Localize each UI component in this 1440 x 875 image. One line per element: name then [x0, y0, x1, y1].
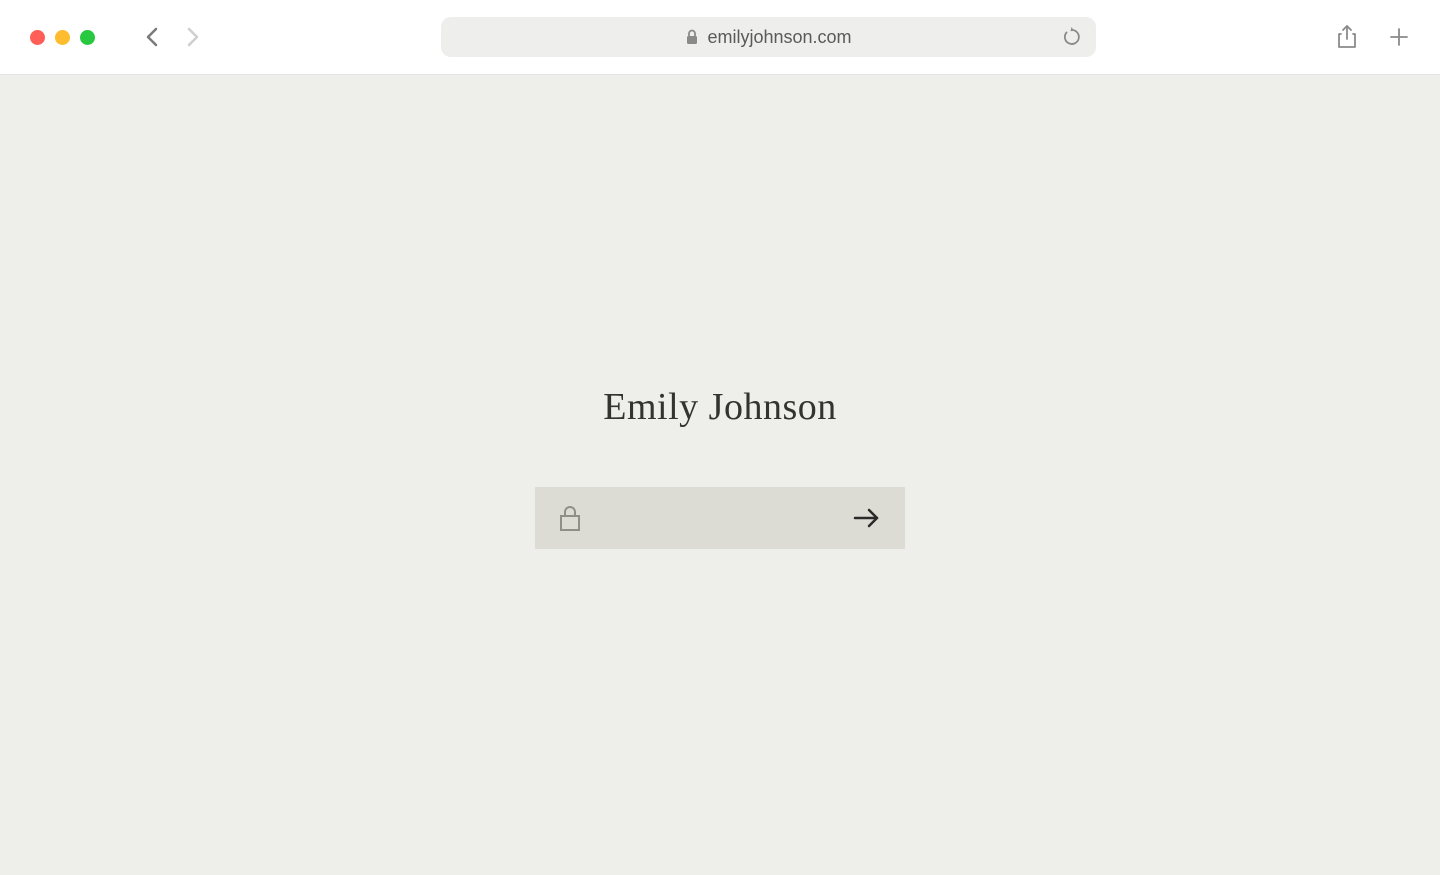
minimize-window-button[interactable] [55, 30, 70, 45]
toolbar-actions [1336, 24, 1410, 50]
browser-toolbar: emilyjohnson.com [0, 0, 1440, 75]
nav-arrows [143, 28, 201, 46]
share-button[interactable] [1336, 24, 1358, 50]
lock-icon [559, 505, 581, 531]
close-window-button[interactable] [30, 30, 45, 45]
lock-icon [685, 29, 699, 45]
site-title: Emily Johnson [603, 385, 836, 429]
maximize-window-button[interactable] [80, 30, 95, 45]
new-tab-button[interactable] [1388, 26, 1410, 48]
forward-button[interactable] [183, 28, 201, 46]
window-controls [30, 30, 95, 45]
chevron-right-icon [185, 26, 200, 48]
reload-button[interactable] [1062, 27, 1082, 47]
chevron-left-icon [145, 26, 160, 48]
password-input[interactable] [597, 487, 837, 549]
submit-button[interactable] [853, 507, 881, 529]
arrow-right-icon [853, 507, 881, 529]
plus-icon [1388, 26, 1410, 48]
share-icon [1336, 24, 1358, 50]
address-content: emilyjohnson.com [685, 27, 851, 48]
page-body: Emily Johnson [0, 75, 1440, 875]
password-form [535, 487, 905, 549]
url-text: emilyjohnson.com [707, 27, 851, 48]
address-bar[interactable]: emilyjohnson.com [441, 17, 1096, 57]
back-button[interactable] [143, 28, 161, 46]
reload-icon [1062, 27, 1082, 47]
